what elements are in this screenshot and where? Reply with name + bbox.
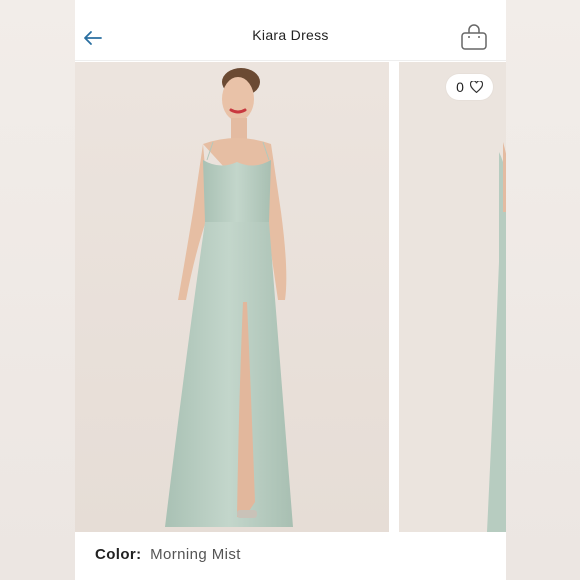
product-photo[interactable] — [75, 62, 389, 532]
product-image-carousel[interactable]: 0 — [75, 62, 506, 532]
color-label: Color: — [95, 546, 142, 563]
color-selection: Color: Morning Mist — [95, 546, 241, 563]
heart-icon — [469, 81, 483, 93]
background-left — [0, 0, 75, 580]
color-value: Morning Mist — [150, 546, 241, 563]
background-right — [506, 0, 580, 580]
like-button[interactable]: 0 — [446, 74, 493, 100]
shopping-bag-icon — [461, 24, 487, 50]
model-in-dress-image — [75, 62, 389, 532]
page-title: Kiara Dress — [252, 27, 329, 43]
next-product-photo[interactable] — [399, 62, 506, 532]
cart-button[interactable] — [459, 24, 489, 52]
app-screen: Kiara Dress 0 Color: Morning Mist — [75, 0, 506, 580]
model-in-dress-image-partial — [399, 62, 506, 532]
like-count: 0 — [456, 79, 464, 95]
top-bar: Kiara Dress — [75, 0, 506, 61]
